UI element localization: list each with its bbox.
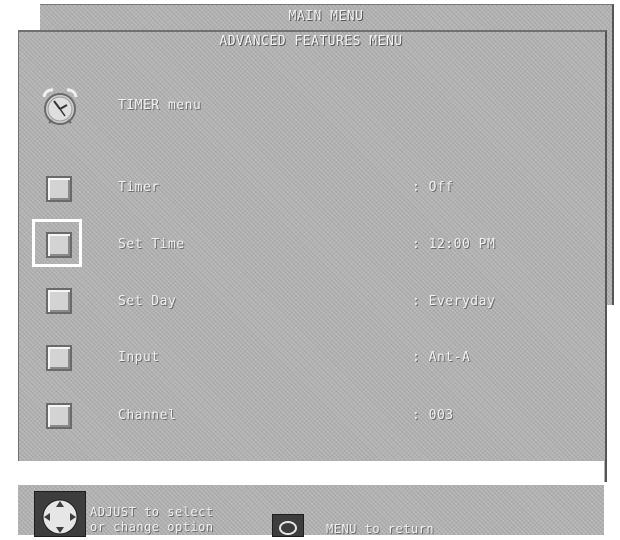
set-time-label[interactable]: Set Time — [118, 237, 185, 252]
set-time-value[interactable]: : 12:00 PM — [412, 237, 495, 252]
input-checkbox[interactable] — [46, 345, 72, 371]
menu-hint: MENU to return — [326, 522, 435, 536]
channel-value[interactable]: : 003 — [412, 408, 454, 423]
main-menu-title: MAIN MENU — [288, 9, 364, 24]
adjust-pad-icon[interactable] — [34, 491, 86, 537]
menu-button-icon[interactable] — [272, 514, 304, 537]
footer-separator — [18, 461, 604, 485]
alarm-clock-icon — [42, 88, 78, 125]
channel-checkbox[interactable] — [46, 403, 72, 429]
timer-value[interactable]: : Off — [412, 180, 454, 195]
timer-checkbox[interactable] — [46, 176, 72, 202]
adjust-hint-line1: ADJUST to select — [90, 505, 214, 519]
input-value[interactable]: : Ant-A — [412, 350, 470, 365]
adjust-hint-line2: or change option — [90, 520, 214, 534]
advanced-features-window — [18, 30, 607, 482]
adjust-pad-graphic — [42, 499, 78, 535]
channel-label[interactable]: Channel — [118, 408, 176, 423]
set-day-label[interactable]: Set Day — [118, 294, 176, 309]
set-time-checkbox[interactable] — [46, 232, 72, 258]
timer-label[interactable]: Timer — [118, 180, 160, 195]
set-day-value[interactable]: : Everyday — [412, 294, 495, 309]
set-day-checkbox[interactable] — [46, 288, 72, 314]
input-label[interactable]: Input — [118, 350, 160, 365]
menu-button-graphic — [279, 521, 297, 535]
timer-menu-header: TIMER menu — [118, 98, 202, 113]
advanced-features-title: ADVANCED FEATURES MENU — [219, 34, 403, 49]
